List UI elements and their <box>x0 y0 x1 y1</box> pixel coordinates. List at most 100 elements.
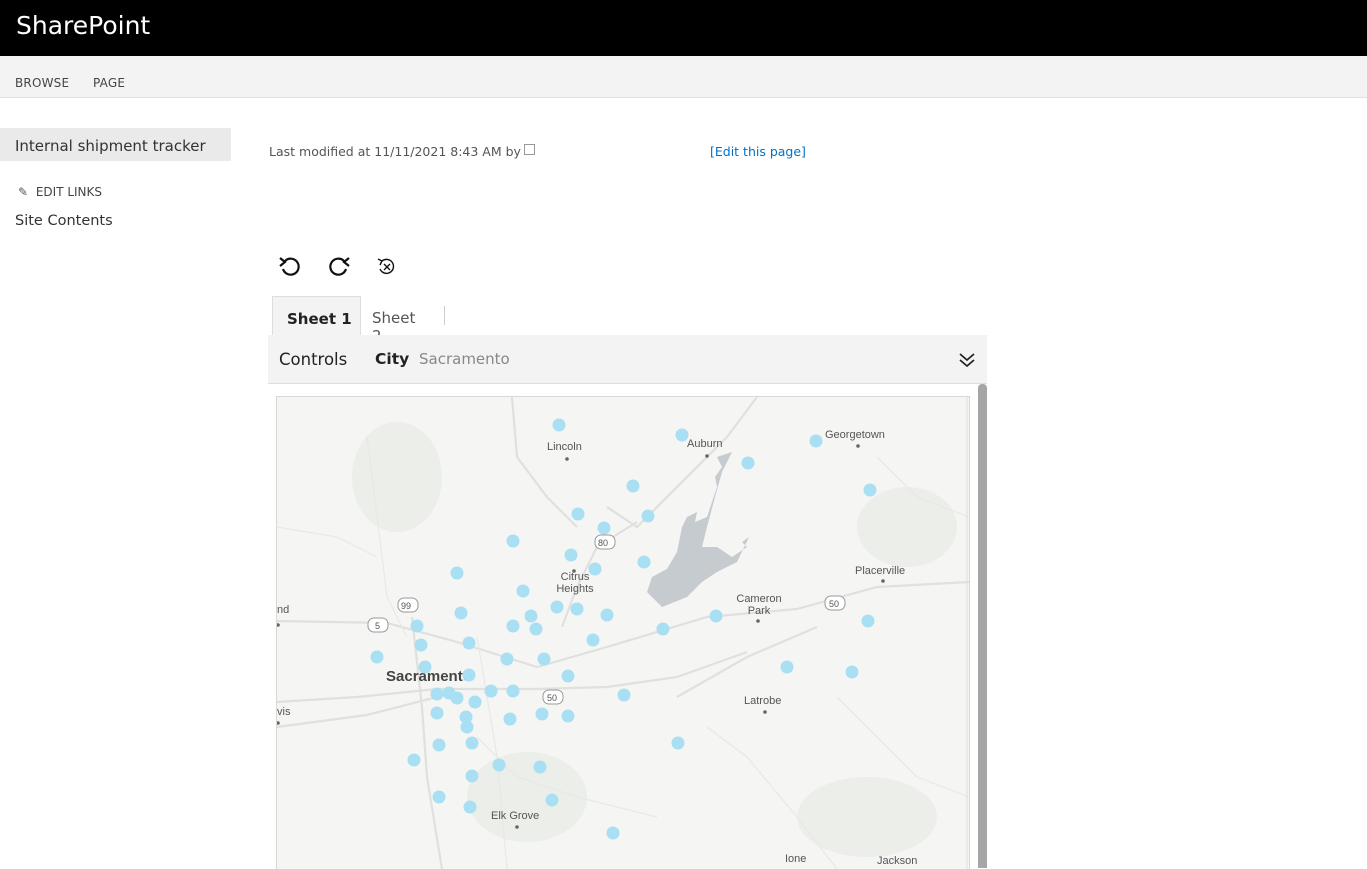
map-point[interactable] <box>561 709 575 723</box>
highway-shield-50-west: 50 <box>547 693 558 703</box>
map-label-auburn: Auburn <box>687 438 723 450</box>
map-label-lincoln: Lincoln <box>547 441 582 453</box>
map-point[interactable] <box>506 619 520 633</box>
map-point[interactable] <box>414 638 428 652</box>
map-point[interactable] <box>780 660 794 674</box>
map-point[interactable] <box>586 633 600 647</box>
map-point[interactable] <box>418 660 432 674</box>
map-point[interactable] <box>845 665 859 679</box>
map-point[interactable] <box>492 758 506 772</box>
site-contents-link[interactable]: Site Contents <box>15 213 113 229</box>
controls-label[interactable]: Controls <box>279 350 347 369</box>
map-point[interactable] <box>570 602 584 616</box>
tab-sheet-1-label: Sheet 1 <box>287 310 352 328</box>
map-point[interactable] <box>617 688 631 702</box>
map-point[interactable] <box>465 736 479 750</box>
sheet-tabs: Sheet 1 Sheet 2 <box>268 296 987 345</box>
map-canvas[interactable]: Lincoln Auburn Georgetown Citrus Heights… <box>276 396 970 869</box>
nav-item-internal-shipment-tracker[interactable]: Internal shipment tracker <box>0 128 231 161</box>
map-point[interactable] <box>407 753 421 767</box>
ribbon-tab-page[interactable]: PAGE <box>93 76 125 90</box>
map-point[interactable] <box>430 687 444 701</box>
edit-links-label: EDIT LINKS <box>35 185 103 199</box>
map-label-elk-grove: Elk Grove <box>491 810 540 822</box>
map-label-latrobe: Latrobe <box>744 695 782 707</box>
controls-bar: Controls City Sacramento <box>268 335 987 384</box>
map-point[interactable] <box>809 434 823 448</box>
ribbon: BROWSE PAGE <box>0 56 1367 98</box>
map-visual: Lincoln Auburn Georgetown Citrus Heights… <box>268 384 987 869</box>
map-point[interactable] <box>863 483 877 497</box>
edit-links-button[interactable]: ✎ EDIT LINKS <box>18 185 102 199</box>
pencil-icon: ✎ <box>18 185 29 199</box>
map-point[interactable] <box>468 695 482 709</box>
map-point[interactable] <box>370 650 384 664</box>
map-point[interactable] <box>561 669 575 683</box>
map-point[interactable] <box>545 793 559 807</box>
map-point[interactable] <box>432 790 446 804</box>
ribbon-tab-browse[interactable]: BROWSE <box>15 76 69 90</box>
map-point[interactable] <box>552 418 566 432</box>
map-point[interactable] <box>564 548 578 562</box>
app-title[interactable]: SharePoint <box>16 11 150 40</box>
map-point[interactable] <box>709 609 723 623</box>
map-point[interactable] <box>463 800 477 814</box>
map-label-edge-1: nd <box>277 604 290 616</box>
map-point[interactable] <box>535 707 549 721</box>
map-point[interactable] <box>626 479 640 493</box>
map-point[interactable] <box>606 826 620 840</box>
map-point[interactable] <box>484 684 498 698</box>
redo-icon[interactable] <box>324 252 352 280</box>
reset-icon[interactable] <box>373 252 401 280</box>
map-point[interactable] <box>641 509 655 523</box>
map-point[interactable] <box>537 652 551 666</box>
map-label-georgetown: Georgetown <box>825 429 885 441</box>
map-label-edge-2: vis <box>277 706 291 718</box>
map-point[interactable] <box>600 608 614 622</box>
map-point[interactable] <box>741 456 755 470</box>
map-point[interactable] <box>675 428 689 442</box>
map-point[interactable] <box>500 652 514 666</box>
highway-shield-80: 80 <box>598 538 609 548</box>
map-point[interactable] <box>588 562 602 576</box>
map-point[interactable] <box>462 668 476 682</box>
map-point[interactable] <box>637 555 651 569</box>
map-label-ione: Ione <box>785 853 807 865</box>
city-filter-label[interactable]: City <box>375 350 409 368</box>
expand-controls-icon[interactable] <box>957 351 977 369</box>
map-point[interactable] <box>550 600 564 614</box>
map-label-jackson: Jackson <box>877 855 918 867</box>
map-base-layer <box>277 397 969 869</box>
highway-shield-50-east: 50 <box>829 599 840 609</box>
vertical-scrollbar[interactable] <box>978 384 987 868</box>
undo-icon[interactable] <box>277 252 305 280</box>
map-point[interactable] <box>524 609 538 623</box>
map-point[interactable] <box>432 738 446 752</box>
map-point[interactable] <box>462 636 476 650</box>
map-point[interactable] <box>450 691 464 705</box>
map-point[interactable] <box>571 507 585 521</box>
map-point[interactable] <box>861 614 875 628</box>
map-point[interactable] <box>506 684 520 698</box>
tab-sheet-1[interactable]: Sheet 1 <box>272 296 361 336</box>
map-point[interactable] <box>533 760 547 774</box>
map-label-cameron-park: Cameron Park <box>736 593 782 617</box>
city-filter-value[interactable]: Sacramento <box>419 350 510 368</box>
user-placeholder-icon <box>523 144 535 155</box>
map-point[interactable] <box>597 521 611 535</box>
edit-this-page-link[interactable]: [Edit this page] <box>710 144 806 159</box>
map-point[interactable] <box>454 606 468 620</box>
map-point[interactable] <box>671 736 685 750</box>
map-point[interactable] <box>430 706 444 720</box>
map-point[interactable] <box>460 720 474 734</box>
map-point[interactable] <box>503 712 517 726</box>
map-point[interactable] <box>656 622 670 636</box>
map-point[interactable] <box>529 622 543 636</box>
map-point[interactable] <box>450 566 464 580</box>
map-point[interactable] <box>506 534 520 548</box>
highway-shield-99: 99 <box>401 601 412 611</box>
map-label-placerville: Placerville <box>855 565 906 577</box>
map-point[interactable] <box>410 619 424 633</box>
map-point[interactable] <box>465 769 479 783</box>
map-point[interactable] <box>516 584 530 598</box>
